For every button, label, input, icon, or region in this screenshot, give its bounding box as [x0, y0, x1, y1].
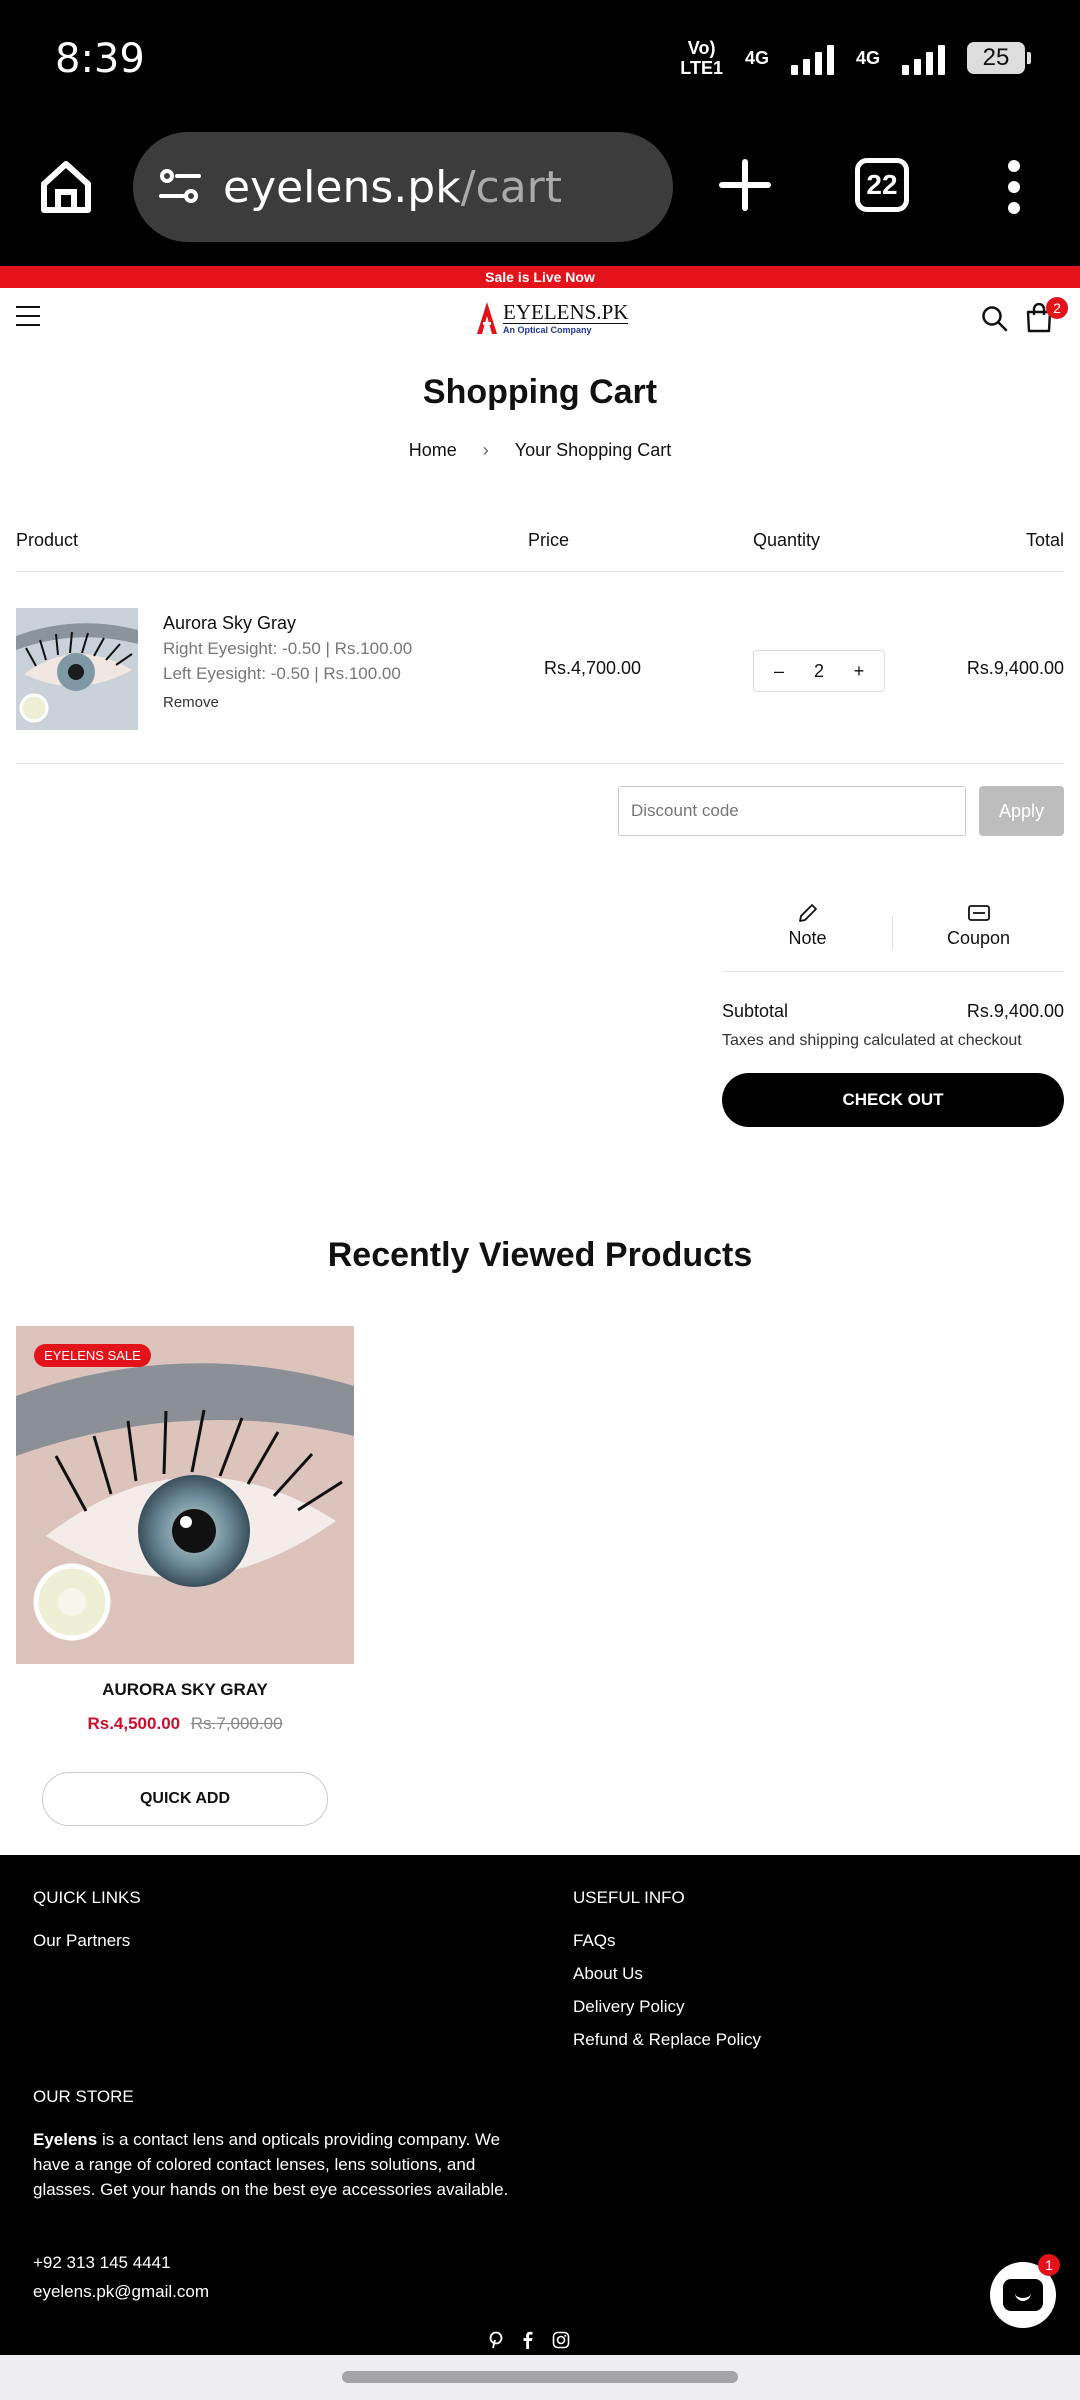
column-product: Product: [16, 530, 79, 550]
coupon-icon: [967, 905, 990, 921]
cart-item-right-eye: Right Eyesight: -0.50 | Rs.100.00: [163, 639, 413, 658]
footer-link-delivery[interactable]: Delivery Policy: [573, 1997, 684, 2017]
discount-code-input[interactable]: [618, 786, 966, 836]
footer-link-refund[interactable]: Refund & Replace Policy: [573, 2030, 761, 2050]
address-bar[interactable]: eyelens.pk/cart: [133, 132, 673, 242]
quick-links-heading: QUICK LINKS: [33, 1888, 141, 1907]
network-2-label: 4G: [855, 48, 880, 68]
home-icon[interactable]: [36, 156, 96, 216]
store-email[interactable]: eyelens.pk@gmail.com: [33, 2282, 209, 2302]
instagram-icon[interactable]: [552, 2331, 570, 2349]
column-price: Price: [528, 530, 570, 550]
product-card-prices: Rs.4,500.00 Rs.7,000.00: [16, 1714, 354, 1734]
chevron-right-icon: ›: [482, 440, 489, 460]
footer-link-about[interactable]: About Us: [573, 1964, 643, 1984]
coupon-button[interactable]: Coupon: [893, 902, 1064, 949]
signal-1-icon: [790, 41, 834, 75]
increase-quantity-button[interactable]: +: [844, 661, 874, 682]
note-button[interactable]: Note: [722, 902, 893, 949]
gesture-handle[interactable]: [342, 2371, 738, 2383]
note-label: Note: [788, 928, 827, 948]
tax-note: Taxes and shipping calculated at checkou…: [722, 1032, 1022, 1049]
footer: QUICK LINKS Our Partners USEFUL INFO FAQ…: [0, 1855, 1080, 2355]
column-total: Total: [1025, 530, 1064, 550]
volte-indicator: Vo) LTE1: [680, 38, 723, 78]
status-bar: 8:39 Vo) LTE1 4G 4G 25: [0, 0, 1080, 120]
apply-discount-button[interactable]: Apply: [979, 786, 1064, 836]
quantity-value[interactable]: 2: [804, 661, 834, 682]
battery-level: 25: [982, 44, 1010, 71]
checkout-button[interactable]: CHECK OUT: [722, 1073, 1064, 1127]
battery-icon: 25: [967, 42, 1031, 74]
cart-options: Note Coupon: [722, 902, 1064, 972]
product-sale-price: Rs.4,500.00: [87, 1714, 181, 1733]
chat-bubble-icon: [1003, 2279, 1043, 2311]
cart-item-row: Aurora Sky Gray Right Eyesight: -0.50 | …: [16, 588, 1064, 764]
logo-name: EYELENS.PK: [503, 299, 629, 324]
cart-item-info: Aurora Sky Gray Right Eyesight: -0.50 | …: [163, 610, 523, 711]
cart-item-image[interactable]: [16, 608, 138, 730]
search-icon[interactable]: [980, 304, 1008, 332]
system-navigation-bar: [0, 2355, 1080, 2400]
footer-link-partners[interactable]: Our Partners: [33, 1931, 130, 1951]
quick-add-button[interactable]: QUICK ADD: [42, 1772, 328, 1826]
signal-2-icon: [902, 41, 945, 75]
product-card[interactable]: EYELENS SALE AURORA SKY GRAY Rs.4,500.00…: [16, 1326, 354, 1734]
browser-toolbar: eyelens.pk/cart 22: [0, 120, 1080, 266]
url-text: eyelens.pk/cart: [223, 161, 563, 213]
status-time: 8:39: [55, 36, 145, 82]
product-card-image[interactable]: EYELENS SALE: [16, 1326, 354, 1664]
subtotal-value: Rs.9,400.00: [966, 1001, 1064, 1021]
site-logo[interactable]: EYELENS.PK An Optical Company: [475, 299, 629, 336]
site-settings-icon[interactable]: [157, 164, 203, 210]
page-title: Shopping Cart: [422, 373, 658, 411]
store-description: Eyelens is a contact lens and opticals p…: [33, 2130, 509, 2199]
network-1-label: 4G: [744, 48, 769, 68]
status-icons: Vo) LTE1 4G 4G 25: [680, 38, 1031, 78]
tab-switcher-button[interactable]: 22: [855, 158, 909, 212]
facebook-icon[interactable]: [522, 2331, 534, 2349]
store-phone[interactable]: +92 313 145 4441: [33, 2253, 171, 2273]
cart-item-total: Rs.9,400.00: [966, 658, 1064, 678]
coupon-label: Coupon: [946, 928, 1011, 948]
column-quantity: Quantity: [753, 530, 821, 550]
logo-mark-icon: [477, 302, 497, 334]
cart-item-left-eye: Left Eyesight: -0.50 | Rs.100.00: [163, 664, 401, 683]
useful-info-heading: USEFUL INFO: [573, 1888, 685, 1907]
new-tab-icon[interactable]: [718, 158, 772, 212]
social-links: [488, 2331, 570, 2349]
our-store-heading: OUR STORE: [33, 2087, 134, 2106]
product-card-name[interactable]: AURORA SKY GRAY: [16, 1680, 354, 1700]
cart-table-header: Product Price Quantity Total: [16, 530, 1064, 572]
announcement-bar[interactable]: Sale is Live Now: [0, 266, 1080, 288]
breadcrumb: Home › Your Shopping Cart: [0, 440, 1080, 461]
subtotal-label: Subtotal: [722, 1001, 789, 1021]
hamburger-menu-icon[interactable]: [16, 306, 40, 326]
logo-tagline: An Optical Company: [503, 324, 592, 335]
product-original-price: Rs.7,000.00: [190, 1714, 283, 1733]
decrease-quantity-button[interactable]: –: [764, 661, 794, 682]
breadcrumb-home[interactable]: Home: [409, 440, 457, 461]
footer-link-faqs[interactable]: FAQs: [573, 1931, 616, 1951]
cart-item-name[interactable]: Aurora Sky Gray: [163, 610, 523, 636]
sale-badge: EYELENS SALE: [34, 1344, 151, 1367]
cart-item-price: Rs.4,700.00: [544, 658, 642, 678]
recently-viewed-title: Recently Viewed Products: [327, 1236, 753, 1274]
quantity-stepper: – 2 +: [753, 650, 885, 692]
browser-menu-icon[interactable]: [1004, 160, 1024, 214]
site-header: EYELENS.PK An Optical Company: [0, 288, 1080, 346]
cart-count-badge: 2: [1046, 297, 1068, 319]
pencil-icon: [798, 904, 817, 922]
chat-unread-badge: 1: [1038, 2254, 1060, 2276]
remove-item-link[interactable]: Remove: [163, 694, 523, 711]
breadcrumb-current: Your Shopping Cart: [514, 440, 672, 460]
pinterest-icon[interactable]: [488, 2331, 504, 2349]
